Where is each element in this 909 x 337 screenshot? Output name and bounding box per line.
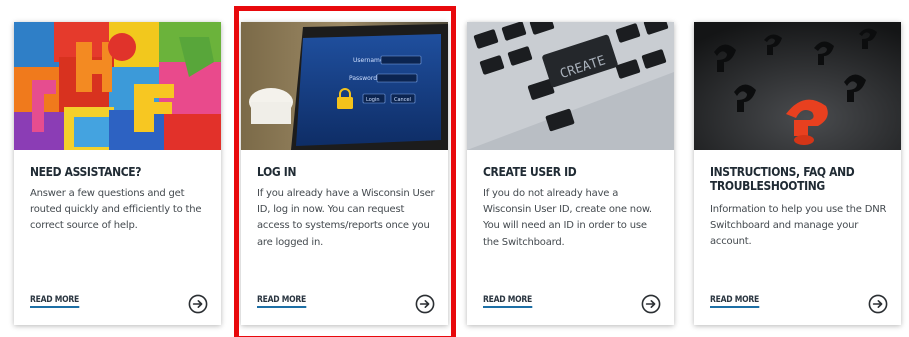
card-create-user-id[interactable]: CREATE CREATE USER ID If you do not alre… xyxy=(467,22,674,325)
card-title: INSTRUCTIONS, FAQ AND TROUBLESHOOTING xyxy=(710,164,855,193)
card-instructions-faq[interactable]: INSTRUCTIONS, FAQ AND TROUBLESHOOTING In… xyxy=(694,22,901,325)
tablet-login-image: Username Password Login Cancel xyxy=(241,22,448,150)
svg-text:Username: Username xyxy=(353,57,384,64)
question-mark-image xyxy=(694,22,901,150)
card-title: LOG IN xyxy=(257,164,297,179)
arrow-right-circle-icon[interactable] xyxy=(415,294,435,314)
card-description: If you already have a Wisconsin User ID,… xyxy=(257,188,435,248)
svg-text:Cancel: Cancel xyxy=(394,97,411,103)
arrow-right-circle-icon[interactable] xyxy=(641,294,661,314)
svg-text:Login: Login xyxy=(366,97,380,103)
read-more-link[interactable]: READ MORE xyxy=(30,295,79,308)
svg-text:Password: Password xyxy=(349,75,377,82)
card-log-in[interactable]: Username Password Login Cancel LOG IN If… xyxy=(241,22,448,325)
card-description: Information to help you use the DNR Swit… xyxy=(710,204,887,248)
read-more-link[interactable]: READ MORE xyxy=(710,295,759,308)
card-title: NEED ASSISTANCE? xyxy=(30,164,142,179)
keyboard-image: CREATE xyxy=(467,22,674,150)
card-description: If you do not already have a Wisconsin U… xyxy=(483,188,652,248)
letter-blocks-image xyxy=(14,22,221,150)
card-description: Answer a few questions and get routed qu… xyxy=(30,188,202,232)
read-more-link[interactable]: READ MORE xyxy=(483,295,532,308)
read-more-link[interactable]: READ MORE xyxy=(257,295,306,308)
card-title: CREATE USER ID xyxy=(483,164,577,179)
arrow-right-circle-icon[interactable] xyxy=(868,294,888,314)
card-need-assistance[interactable]: NEED ASSISTANCE? Answer a few questions … xyxy=(14,22,221,325)
arrow-right-circle-icon[interactable] xyxy=(188,294,208,314)
